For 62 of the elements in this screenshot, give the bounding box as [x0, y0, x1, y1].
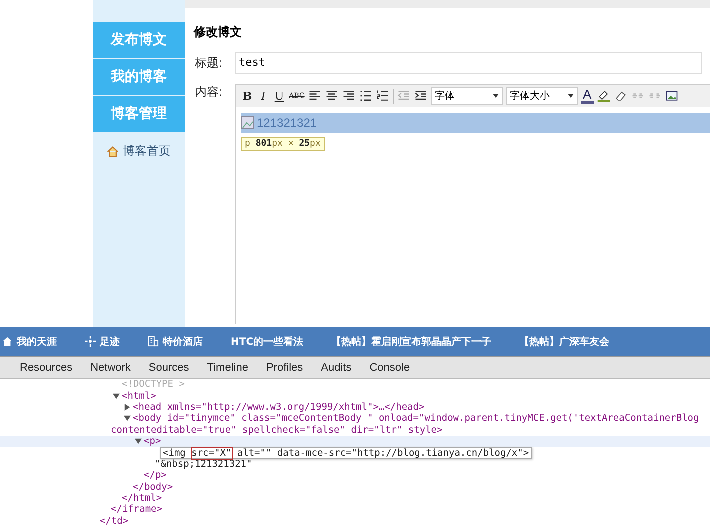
bookmark-link[interactable]: HTC的一些看法	[231, 334, 304, 348]
caret-icon[interactable]	[493, 94, 499, 98]
field-label: 内容:	[195, 84, 224, 101]
home-icon	[107, 146, 119, 158]
image-icon[interactable]	[664, 89, 679, 103]
dom-node[interactable]: <p>	[144, 436, 162, 448]
devtools-tab[interactable]: Console	[370, 362, 410, 374]
dom-node[interactable]: <head xmlns="http://www.w3.org/1999/xhtml">…</head>	[133, 402, 425, 413]
closing-tag: </td>	[100, 516, 129, 527]
devtools-tab[interactable]: Audits	[321, 362, 352, 374]
annotation-box: src="X"	[192, 448, 232, 459]
disclosure-triangle-icon[interactable]	[135, 438, 142, 446]
caret-icon[interactable]	[568, 94, 574, 98]
align-right-icon[interactable]	[342, 89, 356, 103]
highlight-icon[interactable]	[596, 89, 611, 103]
field-label: 标题:	[195, 54, 224, 72]
element-size-tooltip: p 801px × 25px	[241, 137, 325, 151]
bullets-icon[interactable]	[359, 89, 373, 103]
devtools-tab[interactable]: Sources	[148, 362, 190, 374]
devtools-tab[interactable]: Profiles	[266, 362, 304, 374]
broken-image-icon	[241, 116, 255, 130]
text-color-button[interactable]: A	[581, 88, 594, 104]
disclosure-triangle-icon[interactable]	[124, 415, 131, 422]
doctype-text: <!DOCTYPE >	[122, 379, 185, 390]
closing-tag: </body>	[133, 482, 174, 493]
bookmark-link[interactable]: 特价酒店	[163, 334, 203, 348]
title-input[interactable]: test	[235, 52, 702, 74]
text-node-label: "&nbsp;121321321"	[155, 458, 252, 470]
closing-tag: </iframe>	[111, 504, 162, 516]
dom-node-continuation: contenteditable="true" spellcheck="false" dir="ltr" style>	[111, 424, 443, 436]
bookmark-link[interactable]: 足迹	[100, 334, 120, 348]
bookmark-link[interactable]: 我的天涯	[17, 334, 57, 348]
paragraph-text: 121321321	[257, 116, 318, 130]
crosshair-icon	[85, 336, 96, 347]
align-center-icon[interactable]	[325, 89, 339, 103]
home-icon	[2, 336, 13, 347]
eraser-icon[interactable]	[614, 89, 628, 103]
italic-button[interactable]: I	[257, 90, 270, 102]
bold-button[interactable]: B	[241, 90, 254, 102]
devtools-tab[interactable]: Network	[90, 362, 131, 374]
disclosure-triangle-icon[interactable]	[113, 392, 120, 400]
closing-tag: </p>	[144, 470, 167, 482]
dom-node[interactable]: <html>	[122, 390, 156, 402]
bookmark-link[interactable]: 【热帖】广深车友会	[520, 334, 610, 348]
sidebar-link[interactable]: 博客首页	[123, 143, 171, 160]
align-left-icon[interactable]	[308, 89, 322, 103]
dropdown[interactable]: 字体大小	[506, 87, 578, 105]
underline-button[interactable]: U	[273, 90, 286, 102]
indent-icon[interactable]	[414, 89, 428, 103]
dropdown[interactable]: 字体	[431, 87, 503, 105]
numbers-icon[interactable]	[376, 89, 390, 103]
code-text: <img	[163, 448, 187, 459]
devtools-tab[interactable]: Timeline	[207, 362, 248, 374]
disclosure-triangle-icon[interactable]	[124, 404, 131, 411]
devtools-tab[interactable]: Resources	[20, 362, 73, 374]
closing-tag: </html>	[122, 493, 162, 504]
building-icon	[148, 336, 159, 347]
page-heading: 修改博文	[192, 24, 243, 41]
code-text: alt="" data-mce-src="http://blog.tianya.cn/blog/x">	[236, 448, 530, 459]
bookmark-link[interactable]: 【热帖】霍启刚宣布郭晶晶产下一子	[332, 334, 492, 348]
attribute-edit-field[interactable]: <img src="X" alt="" data-mce-src="http://blog.tianya.cn/blog/x">	[160, 447, 532, 460]
dom-node[interactable]: <body id="tinymce" class="mceContentBody " onload="window.parent.tinyMCE.get('textAreaContainerBlog	[133, 413, 700, 424]
